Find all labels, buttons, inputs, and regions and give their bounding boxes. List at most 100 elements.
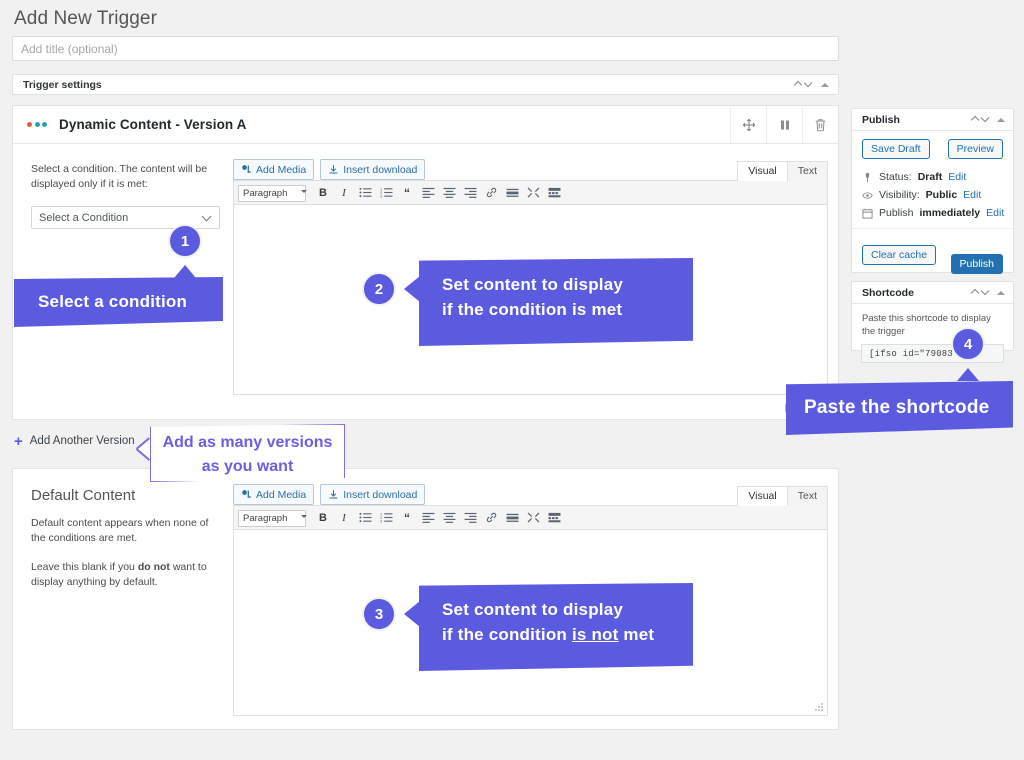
trash-icon[interactable]: [802, 106, 838, 143]
publish-time-edit-link[interactable]: Edit: [986, 207, 1004, 219]
version-a-format-toolbar: Paragraph B I 123 “: [233, 180, 828, 205]
bold-icon[interactable]: B: [313, 183, 333, 203]
tab-text[interactable]: Text: [787, 486, 828, 506]
publish-button[interactable]: Publish: [951, 254, 1003, 274]
trigger-settings-controls[interactable]: [794, 80, 838, 89]
callout-1-text: Select a condition: [38, 292, 187, 312]
callout-4-text: Paste the shortcode: [804, 397, 989, 419]
tab-text[interactable]: Text: [787, 161, 828, 181]
italic-icon[interactable]: I: [334, 508, 354, 528]
default-p2-bold: do not: [138, 561, 170, 573]
publish-time-label: Publish: [879, 207, 913, 219]
publish-box-header: Publish: [852, 109, 1013, 131]
post-title-input[interactable]: [12, 36, 839, 61]
bulleted-list-icon[interactable]: [355, 183, 375, 203]
numbered-list-icon[interactable]: 123: [376, 183, 396, 203]
default-content-title: Default Content: [31, 487, 215, 504]
chevron-up-icon[interactable]: [971, 115, 980, 124]
add-another-version-button[interactable]: + Add Another Version: [14, 435, 135, 447]
format-select-wrapper[interactable]: Paragraph: [238, 184, 312, 202]
callout-versions-line-1: Add as many versions: [163, 431, 333, 455]
fullscreen-icon[interactable]: [523, 183, 543, 203]
italic-icon[interactable]: I: [334, 183, 354, 203]
default-editor-topbar: Add Media Insert download Visual Text: [233, 479, 828, 505]
shortcode-box-title: Shortcode: [862, 287, 914, 299]
callout-2-badge: 2: [362, 272, 396, 306]
collapse-toggle-icon[interactable]: [997, 291, 1005, 295]
publish-time-row: Publish immediately Edit: [862, 207, 1013, 219]
drag-dots-icon[interactable]: [27, 122, 47, 127]
align-center-icon[interactable]: [439, 183, 459, 203]
calendar-icon: [862, 208, 873, 219]
add-media-button[interactable]: Add Media: [233, 484, 314, 505]
save-draft-button[interactable]: Save Draft: [862, 139, 930, 159]
chevron-down-icon[interactable]: [804, 80, 813, 89]
link-icon[interactable]: [481, 183, 501, 203]
insert-more-icon[interactable]: [502, 508, 522, 528]
fullscreen-icon[interactable]: [523, 508, 543, 528]
chevron-up-icon[interactable]: [971, 288, 980, 297]
version-a-header: Dynamic Content - Version A: [13, 106, 838, 144]
bulleted-list-icon[interactable]: [355, 508, 375, 528]
plus-icon: +: [14, 436, 23, 447]
shortcode-box-controls[interactable]: [971, 288, 1013, 297]
publish-box-controls[interactable]: [971, 115, 1013, 124]
move-icon[interactable]: [730, 106, 766, 143]
callout-3-pointer: [404, 601, 420, 627]
callout-4-badge: 4: [951, 327, 985, 361]
add-media-label: Add Media: [256, 489, 306, 501]
insert-download-button[interactable]: Insert download: [320, 159, 425, 180]
clear-cache-button[interactable]: Clear cache: [862, 245, 936, 265]
reorder-chevrons[interactable]: [971, 288, 990, 297]
callout-3-line-2-underline: is not: [572, 625, 619, 644]
chevron-down-icon[interactable]: [981, 115, 990, 124]
align-center-icon[interactable]: [439, 508, 459, 528]
resize-grip-icon[interactable]: [814, 702, 824, 712]
toolbar-toggle-icon[interactable]: [544, 183, 564, 203]
version-a-title: Dynamic Content - Version A: [59, 117, 246, 132]
format-select[interactable]: Paragraph: [238, 510, 306, 527]
align-left-icon[interactable]: [418, 183, 438, 203]
chevron-up-icon[interactable]: [794, 80, 803, 89]
insert-download-button[interactable]: Insert download: [320, 484, 425, 505]
default-paragraph-2: Leave this blank if you do not want to d…: [31, 560, 215, 590]
callout-versions-body: Add as many versions as you want: [150, 424, 345, 482]
collapse-toggle-icon[interactable]: [821, 83, 829, 87]
callout-3-line-1: Set content to display: [442, 597, 693, 622]
bold-icon[interactable]: B: [313, 508, 333, 528]
reorder-chevrons[interactable]: [971, 115, 990, 124]
format-select-wrapper[interactable]: Paragraph: [238, 509, 312, 527]
align-left-icon[interactable]: [418, 508, 438, 528]
link-icon[interactable]: [481, 508, 501, 528]
trigger-settings-bar[interactable]: Trigger settings: [12, 74, 839, 95]
preview-button[interactable]: Preview: [948, 139, 1003, 159]
blockquote-icon[interactable]: “: [397, 508, 417, 528]
visibility-edit-link[interactable]: Edit: [963, 189, 981, 201]
format-select[interactable]: Paragraph: [238, 185, 306, 202]
blockquote-icon[interactable]: “: [397, 183, 417, 203]
callout-4-pointer: [957, 368, 979, 381]
align-right-icon[interactable]: [460, 508, 480, 528]
pause-icon[interactable]: [766, 106, 802, 143]
version-a-editor-topbar: Add Media Insert download Visual Text: [233, 154, 828, 180]
tab-visual[interactable]: Visual: [737, 161, 787, 181]
callout-2-body: Set content to display if the condition …: [419, 258, 693, 346]
reorder-chevrons[interactable]: [794, 80, 813, 89]
version-a-left-column: Select a condition. The content will be …: [13, 144, 229, 395]
callout-1-pointer: [174, 265, 196, 278]
status-value: Draft: [918, 171, 943, 183]
visibility-label: Visibility:: [879, 189, 920, 201]
tab-visual[interactable]: Visual: [737, 486, 787, 506]
numbered-list-icon[interactable]: 123: [376, 508, 396, 528]
callout-3-line-2: if the condition is not met: [442, 622, 693, 647]
add-media-label: Add Media: [256, 164, 306, 176]
add-media-button[interactable]: Add Media: [233, 159, 314, 180]
status-edit-link[interactable]: Edit: [948, 171, 966, 183]
toolbar-toggle-icon[interactable]: [544, 508, 564, 528]
chevron-down-icon[interactable]: [981, 288, 990, 297]
insert-more-icon[interactable]: [502, 183, 522, 203]
shortcode-box-header: Shortcode: [852, 282, 1013, 304]
align-right-icon[interactable]: [460, 183, 480, 203]
publish-footer: Clear cache Publish: [852, 228, 1013, 282]
collapse-toggle-icon[interactable]: [997, 118, 1005, 122]
